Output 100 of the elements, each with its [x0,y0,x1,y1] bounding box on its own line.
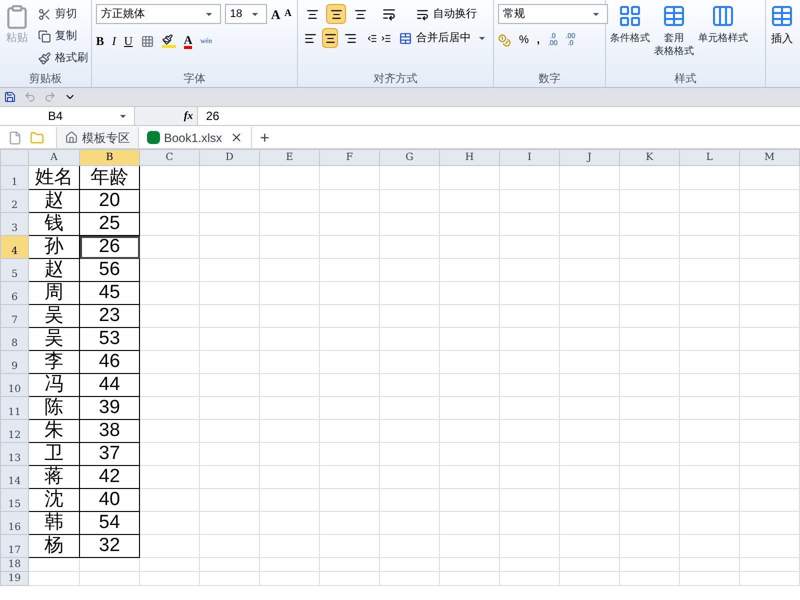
column-header[interactable]: I [500,150,560,166]
tool-icon [38,8,51,20]
insert-icon [770,4,794,28]
row-header[interactable]: 5 [0,258,28,282]
table-cell: 陈 [28,396,80,420]
table-cell: 37 [80,442,140,466]
table-cell: 韩 [28,512,80,534]
wrap-text-button[interactable]: 自动换行 [416,6,477,22]
row-header[interactable]: 3 [0,212,28,236]
column-header[interactable]: K [620,150,680,166]
row-header[interactable]: 15 [0,488,28,512]
file-tab[interactable]: 模板专区 [56,127,138,148]
add-tab-button[interactable]: + [251,127,278,148]
table-cell: 20 [80,190,140,212]
table-cell: 吴 [28,304,80,328]
column-header[interactable]: F [320,150,380,166]
font-name-field[interactable]: 方正姚体 [96,4,221,24]
save-icon[interactable] [4,91,16,103]
new-file-icon[interactable] [8,130,22,144]
row-header[interactable]: 14 [0,466,28,488]
row-header[interactable]: 8 [0,328,28,350]
table-cell: 年龄 [80,166,140,190]
number-format-field[interactable]: 常规 [498,4,608,24]
table-cell: 周 [28,282,80,304]
font-size-field[interactable]: 18 [225,4,267,24]
table-style-icon [662,4,686,28]
function-button[interactable]: fx [184,108,193,124]
table-cell: 孙 [28,236,80,258]
align-icon [330,8,342,20]
row-header[interactable]: 9 [0,350,28,374]
column-header[interactable]: M [740,150,800,166]
style-button[interactable]: 单元格样式 [698,4,748,58]
column-header[interactable]: C [140,150,200,166]
comma-button[interactable]: , [536,32,540,48]
close-icon[interactable] [230,131,244,144]
style-button[interactable]: 条件格式 [610,4,650,58]
table-cell: 56 [80,258,140,282]
merge-icon [398,32,412,44]
column-header[interactable]: J [560,150,620,166]
row-header[interactable]: 1 [0,166,28,190]
row-header[interactable]: 17 [0,534,28,558]
bold-button[interactable]: B [96,32,104,50]
italic-button[interactable]: I [112,32,116,50]
home-icon [65,131,78,144]
fill-color-icon[interactable] [162,34,176,48]
row-header[interactable]: 11 [0,396,28,420]
table-cell: 32 [80,534,140,558]
table-style-icon [618,4,642,28]
group-label: 剪贴板 [29,72,62,87]
row-header[interactable]: 12 [0,420,28,442]
column-header[interactable]: L [680,150,740,166]
wrap-text-icon [416,8,429,20]
row-header[interactable]: 10 [0,374,28,396]
row-header[interactable]: 7 [0,304,28,328]
horizontal-align-button[interactable] [322,28,338,48]
insert-button[interactable]: 插入 [770,4,794,47]
table-cell: 42 [80,466,140,488]
column-header[interactable]: G [380,150,440,166]
table-cell: 46 [80,350,140,374]
table-cell: 40 [80,488,140,512]
table-cell: 25 [80,212,140,236]
border-icon[interactable] [140,34,154,48]
table-cell: 赵 [28,258,80,282]
percent-button[interactable]: % [519,32,529,48]
row-header[interactable]: 13 [0,442,28,466]
group-label: 字体 [184,72,206,87]
column-header[interactable]: B [80,150,140,166]
clipboard-action[interactable]: 剪切 [38,4,88,24]
column-header[interactable]: A [28,150,80,166]
table-cell: 朱 [28,420,80,442]
formula-field[interactable]: 26 [198,107,800,125]
table-cell: 卫 [28,442,80,466]
row-header[interactable]: 2 [0,190,28,212]
font-color-button[interactable]: A [184,34,192,48]
align-icon [304,32,317,44]
table-cell: 蒋 [28,466,80,488]
clipboard-action[interactable]: 复制 [38,26,88,46]
table-cell: 钱 [28,212,80,236]
grow-font-button[interactable]: A [271,8,280,20]
row-header[interactable]: 6 [0,282,28,304]
shrink-font-button[interactable]: A [284,9,292,19]
row-header[interactable]: 19 [0,572,28,586]
underline-button[interactable]: U [124,32,133,50]
row-header[interactable]: 16 [0,512,28,534]
column-header[interactable]: E [260,150,320,166]
row-header[interactable]: 18 [0,558,28,572]
table-cell: 54 [80,512,140,534]
table-cell: 23 [80,304,140,328]
table-cell: 沈 [28,488,80,512]
table-cell: 26 [80,236,140,258]
vertical-align-button[interactable] [326,4,346,24]
currency-icon[interactable] [498,34,511,47]
style-button[interactable]: 套用 表格格式 [654,4,694,58]
clipboard-action[interactable]: 格式刷 [38,48,88,68]
column-header[interactable]: H [440,150,500,166]
merge-center-button[interactable]: 合并后居中 [398,30,489,46]
table-cell: 44 [80,374,140,396]
column-header[interactable]: D [200,150,260,166]
spreadsheet-file-icon [147,131,160,144]
row-header[interactable]: 4 [0,236,28,258]
